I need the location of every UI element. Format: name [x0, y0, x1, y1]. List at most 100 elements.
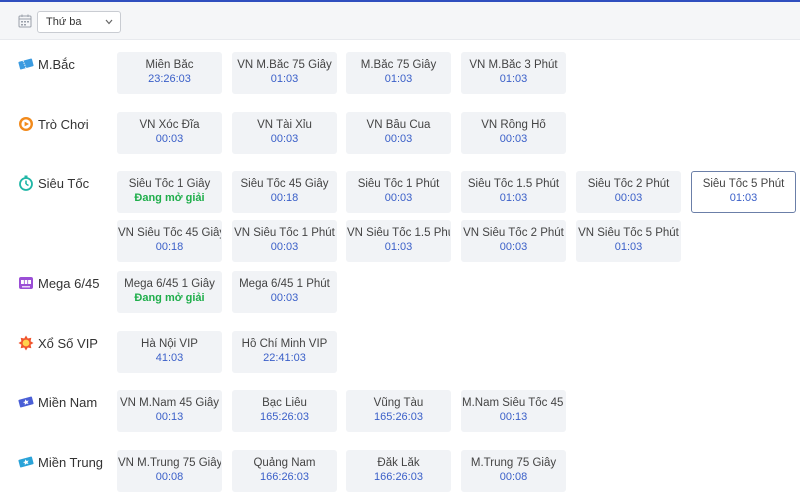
game-tile[interactable]: Đắk Lắk 166:26:03: [346, 450, 451, 492]
game-tile[interactable]: VN Siêu Tốc 45 Giây 00:18: [117, 220, 222, 262]
game-countdown: 01:03: [729, 192, 758, 204]
game-countdown: 01:03: [270, 73, 299, 85]
game-tile[interactable]: VN M.Bắc 3 Phút 01:03: [461, 52, 566, 94]
game-tile[interactable]: Quảng Nam 166:26:03: [232, 450, 337, 492]
game-tile[interactable]: VN Siêu Tốc 2 Phút 00:03: [461, 220, 566, 262]
game-countdown: 00:13: [499, 411, 528, 423]
category-title: Miền Trung: [38, 454, 104, 470]
game-countdown: 00:03: [270, 241, 299, 253]
game-tile[interactable]: Mega 6/45 1 Giây Đang mở giải: [117, 271, 222, 313]
game-tile[interactable]: VN Siêu Tốc 5 Phút 01:03: [576, 220, 681, 262]
game-tile[interactable]: M.Bắc 75 Giây 01:03: [346, 52, 451, 94]
stopwatch-icon: [18, 175, 38, 191]
game-name: VN Bầu Cua: [366, 119, 431, 131]
game-tile[interactable]: Siêu Tốc 45 Giây 00:18: [232, 171, 337, 213]
game-countdown: 23:26:03: [148, 73, 191, 85]
game-tile[interactable]: Siêu Tốc 2 Phút 00:03: [576, 171, 681, 213]
game-name: Siêu Tốc 1 Giây: [128, 178, 211, 190]
game-name: Siêu Tốc 1 Phút: [357, 178, 440, 190]
game-tile[interactable]: Bạc Liêu 165:26:03: [232, 390, 337, 432]
category-label: Xổ Số VIP: [18, 333, 98, 353]
game-name: Hồ Chí Minh VIP: [241, 338, 328, 350]
category-label: Mega 6/45: [18, 273, 99, 293]
game-countdown: 00:08: [155, 471, 184, 483]
game-name: VN Siêu Tốc 2 Phút: [463, 227, 564, 239]
game-tile[interactable]: VN M.Trung 75 Giây 00:08: [117, 450, 222, 492]
game-name: Siêu Tốc 1.5 Phút: [467, 178, 560, 190]
game-tile[interactable]: VN Tài Xỉu 00:03: [232, 112, 337, 154]
game-name: VN Siêu Tốc 1.5 Phút: [347, 227, 450, 239]
game-name: VN Siêu Tốc 5 Phút: [578, 227, 679, 239]
game-countdown: 00:18: [270, 192, 299, 204]
game-tile[interactable]: VN Siêu Tốc 1.5 Phút 01:03: [346, 220, 451, 262]
game-countdown: 00:08: [499, 471, 528, 483]
game-countdown: 00:03: [384, 133, 413, 145]
ticket-central-icon: [18, 454, 38, 470]
game-countdown: 01:03: [384, 73, 413, 85]
game-tile[interactable]: Hà Nội VIP 41:03: [117, 331, 222, 373]
game-countdown: Đang mở giải: [134, 292, 205, 304]
game-name: VN M.Bắc 75 Giây: [237, 59, 332, 71]
game-tile[interactable]: Siêu Tốc 1.5 Phút 01:03: [461, 171, 566, 213]
game-tile[interactable]: VN M.Nam 45 Giây 00:13: [117, 390, 222, 432]
game-name: VN Siêu Tốc 45 Giây: [118, 227, 221, 239]
category-title: M.Bắc: [38, 56, 75, 72]
game-tile[interactable]: VN Bầu Cua 00:03: [346, 112, 451, 154]
game-countdown: 01:03: [614, 241, 643, 253]
category-label: Miền Trung: [18, 452, 103, 472]
game-name: M.Nam Siêu Tốc 45 Giây: [462, 397, 565, 409]
game-tile[interactable]: VN Xóc Đĩa 00:03: [117, 112, 222, 154]
game-countdown: Đang mở giải: [134, 192, 205, 204]
game-name: Siêu Tốc 2 Phút: [587, 178, 670, 190]
game-countdown: 165:26:03: [374, 411, 423, 423]
game-name: VN M.Trung 75 Giây: [118, 457, 221, 469]
category-title: Miền Nam: [38, 394, 98, 410]
game-countdown: 00:03: [499, 241, 528, 253]
day-select-value: Thứ ba: [46, 16, 82, 28]
game-tile[interactable]: Hồ Chí Minh VIP 22:41:03: [232, 331, 337, 373]
game-tile[interactable]: Siêu Tốc 5 Phút 01:03: [691, 171, 796, 213]
game-tile[interactable]: Siêu Tốc 1 Giây Đang mở giải: [117, 171, 222, 213]
chevron-down-icon: [105, 19, 113, 25]
game-name: VN M.Nam 45 Giây: [119, 397, 220, 409]
game-countdown: 01:03: [499, 192, 528, 204]
game-name: Đắk Lắk: [377, 457, 420, 469]
game-name: Miền Bắc: [145, 59, 194, 71]
game-countdown: 00:13: [155, 411, 184, 423]
game-countdown: 00:03: [384, 192, 413, 204]
play-circle-icon: [18, 116, 38, 132]
game-tile[interactable]: VN M.Bắc 75 Giây 01:03: [232, 52, 337, 94]
game-countdown: 166:26:03: [260, 471, 309, 483]
game-tile[interactable]: Vũng Tàu 165:26:03: [346, 390, 451, 432]
category-title: Mega 6/45: [38, 275, 100, 291]
game-tile[interactable]: VN Rồng Hổ 00:03: [461, 112, 566, 154]
category-title: Siêu Tốc: [38, 175, 90, 191]
game-countdown: 01:03: [384, 241, 413, 253]
day-select[interactable]: Thứ ba: [37, 11, 121, 33]
ticket-south-icon: [18, 394, 38, 410]
game-name: VN M.Bắc 3 Phút: [469, 59, 558, 71]
game-countdown: 166:26:03: [374, 471, 423, 483]
game-tile[interactable]: Siêu Tốc 1 Phút 00:03: [346, 171, 451, 213]
game-tile[interactable]: Miền Bắc 23:26:03: [117, 52, 222, 94]
game-name: Hà Nội VIP: [141, 338, 198, 350]
slot-machine-icon: [18, 275, 38, 291]
game-countdown: 165:26:03: [260, 411, 309, 423]
game-countdown: 01:03: [499, 73, 528, 85]
game-tile[interactable]: M.Nam Siêu Tốc 45 Giây 00:13: [461, 390, 566, 432]
game-name: M.Trung 75 Giây: [470, 457, 557, 469]
game-name: VN Tài Xỉu: [257, 119, 312, 131]
game-tile[interactable]: VN Siêu Tốc 1 Phút 00:03: [232, 220, 337, 262]
game-name: VN Rồng Hổ: [481, 119, 546, 131]
game-tile[interactable]: Mega 6/45 1 Phút 00:03: [232, 271, 337, 313]
ticket-icon: [18, 56, 38, 72]
category-label: Miền Nam: [18, 392, 97, 412]
game-tile[interactable]: M.Trung 75 Giây 00:08: [461, 450, 566, 492]
calendar-icon[interactable]: [18, 14, 32, 28]
game-name: VN Xóc Đĩa: [139, 119, 200, 131]
filter-toolbar: Thứ ba: [0, 2, 800, 40]
game-name: Quảng Nam: [253, 457, 316, 469]
category-label: M.Bắc: [18, 54, 75, 74]
game-countdown: 00:03: [270, 292, 299, 304]
game-name: Mega 6/45 1 Phút: [239, 278, 330, 290]
